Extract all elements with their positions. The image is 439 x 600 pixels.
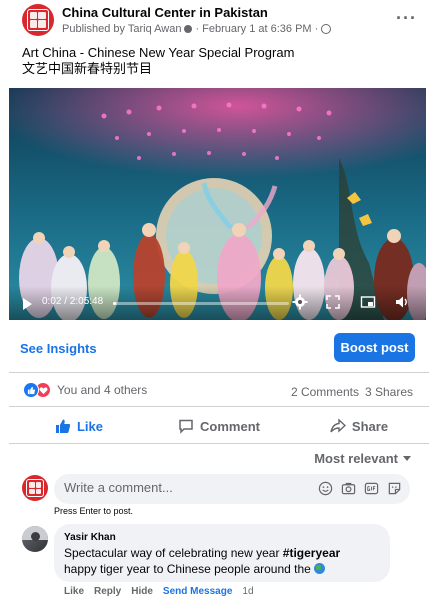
- share-label: Share: [351, 418, 389, 434]
- post-date[interactable]: February 1 at 6:36 PM: [202, 23, 311, 35]
- commenter-avatar: [22, 475, 48, 501]
- camera-icon[interactable]: [341, 481, 356, 496]
- comment-icon: [179, 419, 193, 434]
- comment-input[interactable]: [64, 480, 304, 495]
- share-button[interactable]: Share: [289, 412, 429, 440]
- reactions-summary[interactable]: You and 4 others: [23, 382, 147, 398]
- composer-hint: Press Enter to post.: [54, 506, 134, 516]
- divider: [9, 443, 429, 444]
- comment-sort-dropdown[interactable]: Most relevant: [314, 451, 411, 466]
- comment-like-link[interactable]: Like: [64, 586, 84, 597]
- comment-age[interactable]: 1d: [242, 586, 253, 597]
- composer-icons: [318, 481, 402, 496]
- avatar[interactable]: [22, 526, 48, 552]
- shares-count-link[interactable]: 3 Shares: [365, 385, 413, 399]
- volume-icon[interactable]: [394, 294, 410, 310]
- comment-text-end: happy tiger year to Chinese people aroun…: [64, 562, 311, 576]
- page-name-link[interactable]: China Cultural Center in Pakistan: [62, 5, 268, 20]
- post-action-bar: Like Comment Share: [9, 412, 429, 440]
- video-controls: 0:02 / 2:05:48: [9, 286, 426, 320]
- comment-text-start: Spectacular way of celebrating new year: [64, 546, 283, 560]
- share-icon: [330, 418, 346, 433]
- info-icon[interactable]: [184, 25, 193, 33]
- comment-sort-label: Most relevant: [314, 451, 398, 466]
- picture-in-picture-icon[interactable]: [360, 294, 376, 310]
- reaction-count-text: You and 4 others: [57, 383, 148, 397]
- page-avatar[interactable]: [22, 4, 54, 36]
- see-insights-link[interactable]: See Insights: [20, 341, 97, 356]
- hashtag-link[interactable]: #tigeryear: [283, 546, 340, 560]
- meta-separator: ·: [195, 23, 200, 35]
- page-logo-icon: [26, 8, 50, 32]
- like-label: Like: [76, 418, 103, 434]
- comments-count-link[interactable]: 2 Comments: [291, 385, 359, 399]
- settings-gear-icon[interactable]: [292, 294, 308, 310]
- engagement-counts: 2 Comments 3 Shares: [291, 385, 413, 399]
- divider: [9, 406, 429, 407]
- divider: [9, 372, 429, 373]
- post-meta: Published by Tariq Awan · February 1 at …: [62, 23, 332, 35]
- more-options-icon[interactable]: ···: [396, 8, 417, 29]
- play-icon[interactable]: [23, 298, 32, 310]
- meta-separator-2: ·: [314, 23, 319, 35]
- comment-label: Comment: [200, 418, 260, 434]
- chevron-down-icon: [403, 456, 411, 461]
- post-header: China Cultural Center in Pakistan Publis…: [0, 0, 439, 42]
- video-progress-bar[interactable]: [113, 302, 289, 305]
- page-logo-icon: [25, 478, 45, 498]
- boost-post-button[interactable]: Boost post: [334, 333, 415, 362]
- comment-author[interactable]: Yasir Khan: [64, 532, 380, 543]
- gif-icon[interactable]: [364, 481, 379, 496]
- sticker-icon[interactable]: [387, 481, 402, 496]
- comment-button[interactable]: Comment: [149, 412, 289, 440]
- thumbs-up-icon: [55, 419, 71, 433]
- published-by[interactable]: Published by Tariq Awan: [62, 23, 181, 35]
- comment-bubble: Yasir Khan Spectacular way of celebratin…: [54, 524, 390, 582]
- post-caption: Art China - Chinese New Year Special Pro…: [22, 45, 294, 77]
- fullscreen-icon[interactable]: [325, 294, 341, 310]
- video-player[interactable]: 0:02 / 2:05:48: [9, 88, 426, 320]
- comment-hide-link[interactable]: Hide: [131, 586, 153, 597]
- like-button[interactable]: Like: [9, 412, 149, 440]
- globe-icon: [321, 24, 332, 34]
- video-progress-fill: [113, 302, 116, 305]
- send-message-link[interactable]: Send Message: [163, 586, 232, 597]
- caption-chinese: 文艺中国新春特别节目: [22, 61, 153, 76]
- comment-text: Spectacular way of celebrating new year …: [64, 545, 380, 577]
- comment-actions: Like Reply Hide Send Message 1d: [64, 586, 254, 597]
- caption-english: Art China - Chinese New Year Special Pro…: [22, 45, 295, 60]
- comment-composer[interactable]: [54, 474, 410, 504]
- comment-reply-link[interactable]: Reply: [94, 586, 121, 597]
- emoji-icon[interactable]: [318, 481, 333, 496]
- video-timecode: 0:02 / 2:05:48: [42, 296, 104, 307]
- like-reaction-icon: [23, 382, 39, 398]
- globe-emoji-icon: [314, 563, 326, 574]
